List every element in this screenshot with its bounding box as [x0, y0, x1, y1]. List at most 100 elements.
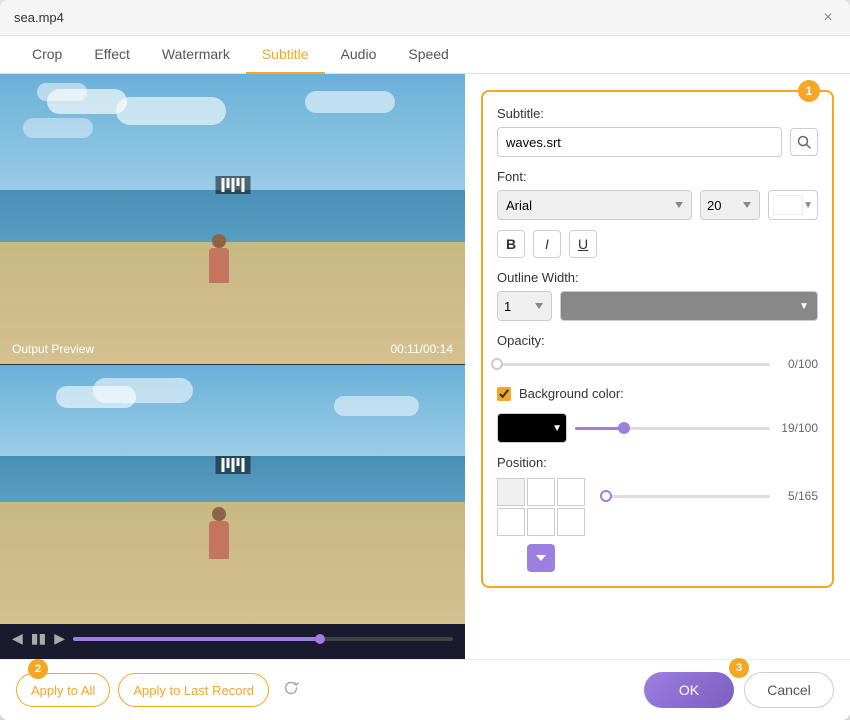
- progress-bar[interactable]: [73, 637, 453, 641]
- main-content: Output Preview 00:11/00:14: [0, 74, 850, 659]
- bg-color-checkbox[interactable]: [497, 387, 511, 401]
- cloud-3: [116, 97, 226, 125]
- pos-value: 5/165: [778, 489, 818, 503]
- pos-cell-5[interactable]: [527, 508, 555, 536]
- bg-opacity-slider[interactable]: [575, 418, 770, 438]
- subtitle-search-button[interactable]: [790, 128, 818, 156]
- tab-subtitle[interactable]: Subtitle: [246, 36, 325, 74]
- font-field-label: Font:: [497, 169, 818, 184]
- outline-field-label: Outline Width:: [497, 270, 818, 285]
- prev-button[interactable]: ◀: [12, 630, 23, 647]
- top-preview: Output Preview 00:11/00:14: [0, 74, 465, 364]
- next-button[interactable]: ▶: [54, 630, 65, 647]
- bg-color-swatch[interactable]: ▼: [497, 413, 567, 443]
- subtitle-file-row: waves.srt: [497, 127, 818, 157]
- window-title: sea.mp4: [14, 10, 64, 25]
- pos-down-button[interactable]: [527, 544, 555, 572]
- sub-bar-3: [231, 178, 234, 192]
- opacity-field-label: Opacity:: [497, 333, 818, 348]
- subtitle-icon-bottom: [221, 458, 244, 472]
- outline-color-dropdown[interactable]: ▼: [560, 291, 818, 321]
- opacity-value: 0/100: [778, 357, 818, 371]
- pos-down-row: [497, 542, 585, 572]
- opacity-slider[interactable]: [497, 354, 770, 374]
- ok-button[interactable]: OK: [644, 672, 734, 708]
- badge-3: 3: [729, 658, 749, 678]
- cloud-5: [23, 118, 93, 138]
- sea-top: [0, 190, 465, 248]
- format-row: B I U: [497, 230, 818, 258]
- font-size-select[interactable]: 20: [700, 190, 760, 220]
- subtitle-section: 1 Subtitle: waves.srt Font:: [481, 90, 834, 588]
- tab-crop[interactable]: Crop: [16, 36, 78, 74]
- left-panel: Output Preview 00:11/00:14: [0, 74, 465, 659]
- position-grid-area: [497, 478, 585, 572]
- pos-track: [601, 495, 770, 498]
- person-top: [209, 248, 229, 283]
- pos-cell-2[interactable]: [527, 478, 555, 506]
- tab-watermark[interactable]: Watermark: [146, 36, 246, 74]
- sub-bar-b3: [231, 458, 234, 472]
- outline-select[interactable]: 1: [497, 291, 552, 321]
- font-select[interactable]: Arial: [497, 190, 692, 220]
- opacity-row: 0/100: [497, 354, 818, 374]
- sub-bar-b4: [236, 458, 239, 466]
- bg-color-label: Background color:: [519, 386, 624, 401]
- play-pause-button[interactable]: ▮▮: [31, 630, 46, 647]
- italic-button[interactable]: I: [533, 230, 561, 258]
- tab-audio[interactable]: Audio: [325, 36, 393, 74]
- titlebar: sea.mp4 ×: [0, 0, 850, 36]
- subtitle-overlay-bottom: [215, 456, 250, 474]
- color-picker-arrow: ▼: [803, 200, 813, 211]
- badge-1: 1: [798, 80, 820, 102]
- position-field-label: Position:: [497, 455, 818, 470]
- sub-bar-b1: [221, 458, 224, 472]
- bold-button[interactable]: B: [497, 230, 525, 258]
- close-button[interactable]: ×: [820, 10, 836, 26]
- apply-to-last-record-button[interactable]: Apply to Last Record: [118, 673, 269, 707]
- apply-to-all-button[interactable]: Apply to All: [16, 673, 110, 707]
- bg-color-arrow: ▼: [552, 423, 562, 434]
- person-body-top: [209, 248, 229, 283]
- bottom-actions: 2 Apply to All Apply to Last Record 3 OK…: [0, 659, 850, 720]
- tab-speed[interactable]: Speed: [392, 36, 464, 74]
- outline-row: 1 ▼: [497, 291, 818, 321]
- badge-2: 2: [28, 659, 48, 679]
- refresh-button[interactable]: [277, 676, 305, 704]
- bg-slider-fill: [575, 427, 624, 430]
- bg-color-row: Background color:: [497, 386, 818, 401]
- cancel-button[interactable]: Cancel: [744, 672, 834, 708]
- pos-cell-6[interactable]: [557, 508, 585, 536]
- pos-cell-1[interactable]: [497, 478, 525, 506]
- cloud-b2: [93, 378, 193, 403]
- sub-bar-4: [236, 178, 239, 186]
- sub-bar-b5: [241, 458, 244, 472]
- tab-bar: Crop Effect Watermark Subtitle Audio Spe…: [0, 36, 850, 74]
- bottom-preview: [0, 364, 465, 624]
- beach-bottom: [0, 502, 465, 624]
- sub-bar-5: [241, 178, 244, 192]
- sub-bar-b2: [226, 458, 229, 468]
- cloud-4: [305, 91, 395, 113]
- font-row: Arial 20 ▼: [497, 190, 818, 220]
- cloud-2: [37, 83, 87, 101]
- apply-group: 2 Apply to All Apply to Last Record: [16, 673, 305, 707]
- outline-color-arrow: ▼: [799, 301, 809, 312]
- bg-color-control: ▼ 19/100: [497, 413, 818, 443]
- opacity-track: [497, 363, 770, 366]
- main-window: sea.mp4 × Crop Effect Watermark Subtitle…: [0, 0, 850, 720]
- position-area: 5/165: [497, 478, 818, 572]
- bg-slider-thumb: [618, 422, 630, 434]
- tab-effect[interactable]: Effect: [78, 36, 146, 74]
- subtitle-overlay-top: [215, 176, 250, 194]
- pos-cell-3[interactable]: [557, 478, 585, 506]
- position-slider-area: 5/165: [601, 478, 818, 506]
- opacity-thumb: [491, 358, 503, 370]
- pos-slider[interactable]: [601, 486, 770, 506]
- playback-controls: ◀ ▮▮ ▶: [0, 624, 465, 653]
- subtitle-file-dropdown[interactable]: waves.srt: [497, 127, 782, 157]
- font-color-picker[interactable]: ▼: [768, 190, 818, 220]
- pos-cell-4[interactable]: [497, 508, 525, 536]
- underline-button[interactable]: U: [569, 230, 597, 258]
- bg-opacity-value: 19/100: [778, 421, 818, 435]
